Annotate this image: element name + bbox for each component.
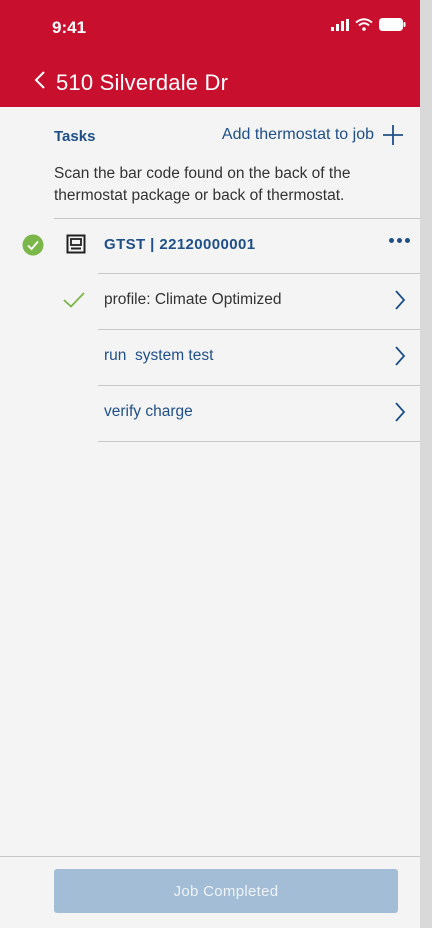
- device-status-badge: [22, 234, 44, 260]
- scan-instructions: Scan the bar code found on the back of t…: [54, 165, 351, 204]
- add-thermostat-button[interactable]: Add thermostat to job: [222, 124, 404, 146]
- page-title: 510 Silverdale Dr: [56, 70, 229, 95]
- chevron-right-icon: [395, 402, 406, 422]
- app-header: 9:41 510 Silverdale Dr: [0, 0, 420, 107]
- back-chevron-icon: [34, 71, 45, 89]
- more-dot: [397, 238, 402, 243]
- divider: [98, 441, 420, 442]
- chevron-right-icon: [395, 290, 406, 310]
- signal-icon: [331, 18, 349, 31]
- chevron-right-icon: [395, 346, 406, 366]
- status-time: 9:41: [52, 18, 87, 37]
- task-label: profile: Climate Optimized: [104, 291, 282, 308]
- task-row-verify-charge[interactable]: verify charge: [0, 386, 420, 441]
- check-icon: [63, 292, 85, 308]
- task-row-system-test[interactable]: run system test: [0, 330, 420, 385]
- battery-icon: [379, 18, 406, 31]
- device-thermostat: [66, 234, 86, 258]
- back-button[interactable]: [30, 67, 50, 93]
- more-options-button[interactable]: [389, 238, 410, 243]
- task-row-profile[interactable]: profile: Climate Optimized: [0, 274, 420, 329]
- wifi-icon: [355, 18, 373, 31]
- task-label: verify charge: [104, 403, 193, 420]
- tasks-heading: Tasks: [54, 128, 96, 145]
- job-completed-button[interactable]: Job Completed: [54, 869, 398, 913]
- add-thermostat-label: Add thermostat to job: [221, 126, 374, 143]
- app-screen: 9:41 510 Silverdale Dr Tasks Add thermos…: [0, 0, 420, 928]
- device-name[interactable]: GTST | 22120000001: [104, 236, 256, 253]
- thermostat-icon: [66, 234, 86, 254]
- more-dot: [405, 238, 410, 243]
- task-label: run system test: [104, 347, 214, 364]
- divider: [54, 218, 420, 219]
- plus-icon: [383, 125, 403, 145]
- check-circle-icon: [22, 234, 44, 256]
- footer-divider: [0, 856, 420, 857]
- more-dots-icon: [389, 238, 394, 243]
- status-icons: [331, 18, 406, 31]
